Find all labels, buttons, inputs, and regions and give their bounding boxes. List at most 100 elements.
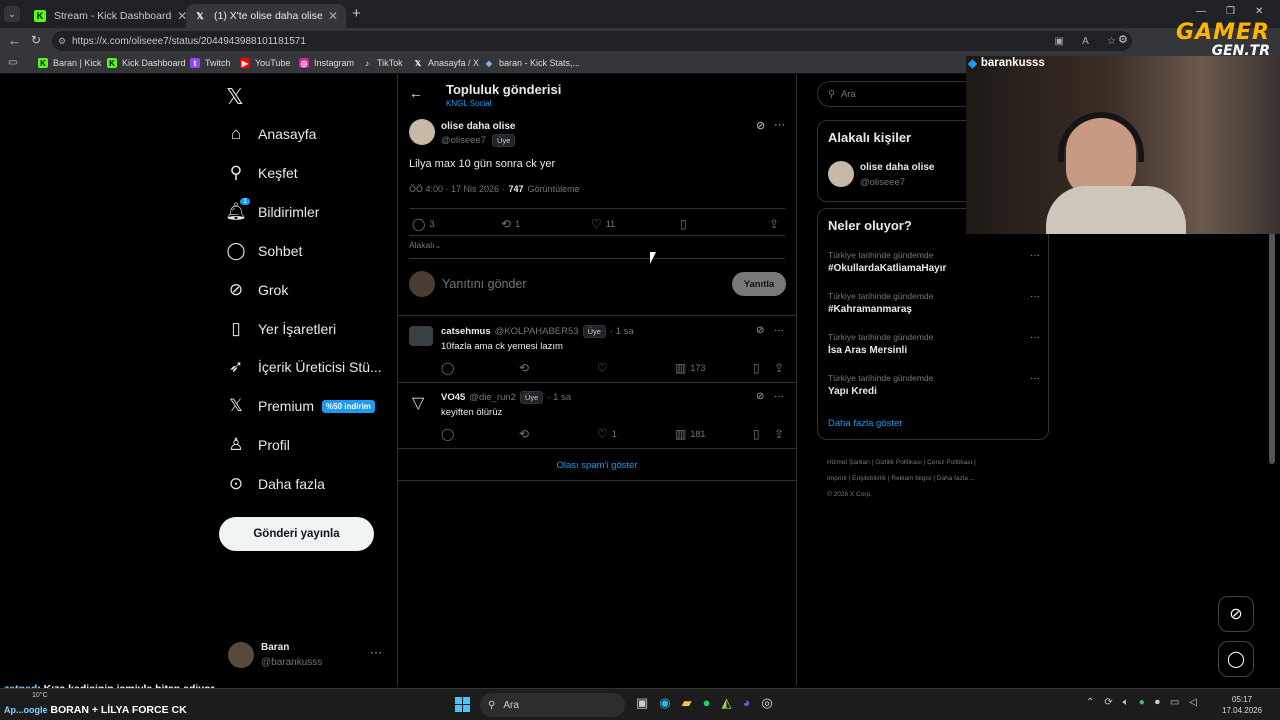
grok-icon[interactable]: ⊘ bbox=[756, 119, 765, 132]
like-button[interactable]: ♡ 1 bbox=[597, 427, 617, 441]
reply-button[interactable]: ◯ 3 bbox=[412, 217, 434, 231]
weather-widget[interactable]: 10°C bbox=[32, 692, 48, 699]
related-handle[interactable]: @oliseee7 bbox=[860, 177, 905, 188]
more-icon[interactable]: ··· bbox=[774, 391, 784, 402]
views-button[interactable]: ▥ 181 bbox=[675, 427, 705, 441]
discord-icon[interactable]: ◕ bbox=[743, 695, 751, 711]
speaker-icon[interactable]: 🔈︎ bbox=[1123, 697, 1129, 708]
bookmark-baran-kick[interactable]: K Baran | Kick bbox=[38, 58, 101, 68]
obs-icon[interactable]: ◎ bbox=[761, 695, 772, 711]
community-link[interactable]: KNGL Social bbox=[446, 99, 492, 108]
share-button[interactable]: ⇪ bbox=[774, 361, 788, 375]
vo45-logo-icon[interactable]: ▽ bbox=[412, 393, 424, 413]
grok-floating-button[interactable]: ⊘ bbox=[1218, 596, 1254, 632]
grok-icon[interactable]: ⊘ bbox=[756, 325, 764, 336]
share-button[interactable]: ⇪ bbox=[774, 427, 788, 441]
avatar[interactable] bbox=[409, 119, 435, 145]
url-field[interactable]: ⚙ https://x.com/oliseee7/status/20449439… bbox=[52, 31, 1132, 51]
edge-icon[interactable]: ◉ bbox=[659, 695, 670, 711]
repost-button[interactable]: ⟲ bbox=[519, 427, 533, 441]
like-button[interactable]: ♡ bbox=[597, 361, 612, 375]
minimize-icon[interactable]: — bbox=[1196, 6, 1206, 17]
related-name[interactable]: olise daha olise bbox=[860, 162, 934, 173]
extensions-icon[interactable]: ⚙ bbox=[1118, 33, 1128, 46]
reply-input[interactable]: Yanıtını gönder bbox=[442, 277, 527, 291]
status-dot-icon[interactable]: ● bbox=[1139, 697, 1145, 708]
bookmark-x-home[interactable]: 𝕏 Anasayfa / X bbox=[413, 58, 479, 68]
task-view-icon[interactable]: ▣ bbox=[636, 695, 648, 711]
close-window-icon[interactable]: ✕ bbox=[1255, 6, 1263, 17]
nav-home[interactable]: ⌂ Anasayfa bbox=[226, 120, 317, 148]
repost-button[interactable]: ⟲ bbox=[519, 361, 533, 375]
bookmark-tiktok[interactable]: ♪ TikTok bbox=[362, 58, 403, 68]
reply-button[interactable]: ◯ bbox=[441, 427, 458, 441]
scrollbar[interactable] bbox=[1269, 232, 1275, 464]
bookmark-instagram[interactable]: ◎ Instagram bbox=[299, 58, 354, 68]
trend-item[interactable]: Türkiye tarihinde gündemde #OkullardaKatl… bbox=[828, 250, 1040, 274]
trend-item[interactable]: Türkiye tarihinde gündemde #Kahramanmaraş… bbox=[828, 291, 1040, 315]
share-button[interactable]: ⇪ bbox=[769, 217, 783, 231]
reply-time[interactable]: · 1 sa bbox=[547, 392, 571, 403]
more-icon[interactable]: ··· bbox=[774, 119, 785, 131]
reply-author[interactable]: catsehmus bbox=[441, 326, 491, 337]
reply-sort-dropdown[interactable]: Alakalı⌄ bbox=[409, 240, 442, 251]
volume-icon[interactable]: ◁ bbox=[1189, 697, 1197, 708]
close-icon[interactable]: ✕ bbox=[322, 9, 338, 23]
spotify-icon[interactable]: ● bbox=[703, 695, 711, 711]
more-icon[interactable]: ··· bbox=[1030, 332, 1040, 343]
bookmark-kick-dashboard[interactable]: K Kick Dashboard bbox=[107, 58, 186, 68]
bookmark-button[interactable]: ▯ bbox=[753, 361, 764, 375]
reply-time[interactable]: · 1 sa bbox=[610, 326, 634, 337]
nav-grok[interactable]: ⊘ Grok bbox=[226, 276, 288, 304]
bookmark-button[interactable]: ▯ bbox=[680, 217, 691, 231]
more-icon[interactable]: ··· bbox=[774, 325, 784, 336]
microphone-icon[interactable]: ⏺ bbox=[1155, 697, 1160, 708]
x-logo-icon[interactable]: 𝕏 bbox=[226, 84, 244, 110]
show-more-link[interactable]: Daha fazla göster bbox=[828, 418, 902, 429]
nav-profile[interactable]: ♙ Profil bbox=[226, 431, 290, 459]
taskbar-search[interactable]: ⚲ Ara bbox=[480, 693, 625, 717]
back-icon[interactable]: ← bbox=[8, 33, 21, 48]
show-spam-link[interactable]: Olası spam'i göster bbox=[398, 460, 796, 471]
chevron-up-icon[interactable]: ⌃ bbox=[1086, 697, 1094, 708]
nav-creator-studio[interactable]: ➶ İçerik Üreticisi Stü... bbox=[226, 353, 382, 381]
reply-button[interactable]: ◯ bbox=[441, 361, 458, 375]
close-icon[interactable]: ✕ bbox=[171, 9, 186, 23]
views-button[interactable]: ▥ 173 bbox=[675, 361, 705, 375]
reply-handle[interactable]: @die_run2 bbox=[469, 392, 516, 403]
tab-x-post[interactable]: 𝕏 (1) X'te olise daha olise: "Lilya max…… bbox=[186, 4, 346, 28]
post-button[interactable]: Gönderi yayınla bbox=[219, 517, 374, 551]
avatar[interactable] bbox=[409, 326, 433, 346]
bookmark-youtube[interactable]: ▶ YouTube bbox=[240, 58, 290, 68]
trend-item[interactable]: Türkiye tarihinde gündemde Yapı Kredi ··· bbox=[828, 373, 1040, 397]
avatar[interactable] bbox=[828, 161, 854, 187]
sync-icon[interactable]: ⟳ bbox=[1104, 697, 1112, 708]
new-tab-button[interactable]: + bbox=[352, 5, 361, 22]
display-icon[interactable]: ▭ bbox=[1170, 697, 1179, 708]
more-icon[interactable]: ··· bbox=[1030, 250, 1040, 261]
account-switcher[interactable]: Baran @barankusss ··· bbox=[228, 641, 388, 671]
more-icon[interactable]: ··· bbox=[1030, 291, 1040, 302]
reload-icon[interactable]: ↻ bbox=[31, 33, 41, 47]
maximize-icon[interactable]: ❐ bbox=[1226, 6, 1235, 17]
start-button[interactable] bbox=[455, 697, 470, 712]
bookmark-button[interactable]: ▯ bbox=[753, 427, 764, 441]
nav-chat[interactable]: ◯ Sohbet bbox=[226, 237, 302, 265]
tab-list-button[interactable]: ⌄ bbox=[4, 6, 20, 22]
footer-line[interactable]: Imprint | Erişilebilirlik | Reklam bilgi… bbox=[827, 471, 976, 487]
messages-floating-button[interactable]: ◯ bbox=[1218, 641, 1254, 677]
nav-premium[interactable]: 𝕏 Premium %50 indirim bbox=[226, 392, 375, 420]
tab-kick-dashboard[interactable]: K Stream - Kick Dashboard ✕ bbox=[26, 4, 186, 28]
nav-notifications[interactable]: 🔔︎ 1 Bildirimler bbox=[225, 198, 319, 226]
reply-submit-button[interactable]: Yanıtla bbox=[732, 272, 786, 296]
post-handle[interactable]: @oliseee7 bbox=[441, 135, 486, 146]
post-author[interactable]: olise daha olise bbox=[441, 121, 515, 132]
back-arrow-icon[interactable]: ← bbox=[409, 85, 423, 101]
footer-line[interactable]: Hizmet Şartları | Gizlilik Politikası | … bbox=[827, 455, 976, 471]
nav-more[interactable]: ⊙ Daha fazla bbox=[226, 470, 325, 498]
like-button[interactable]: ♡ 11 bbox=[591, 217, 615, 231]
repost-button[interactable]: ⟲ 1 bbox=[501, 217, 520, 231]
app-icon[interactable]: ◭ bbox=[722, 695, 732, 711]
trend-item[interactable]: Türkiye tarihinde gündemde İsa Aras Mersi… bbox=[828, 332, 1040, 356]
reply-handle[interactable]: @KOLPAHABER53 bbox=[495, 326, 579, 337]
